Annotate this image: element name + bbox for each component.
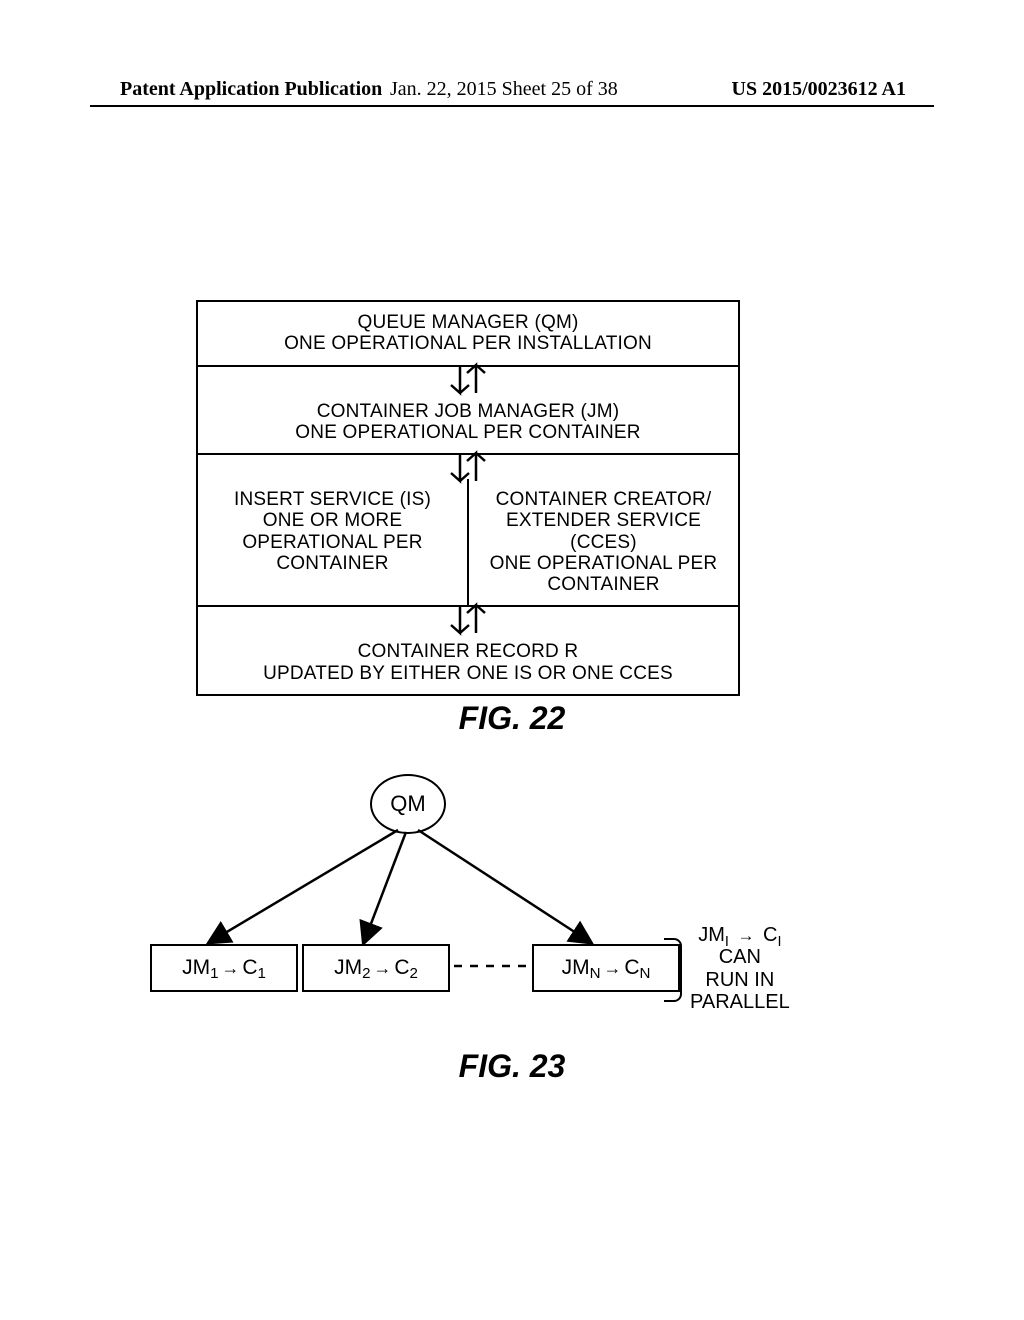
header-rule — [90, 105, 934, 107]
jm1-c: C — [242, 956, 257, 980]
jmn-box: JMN → CN — [532, 944, 680, 992]
hdr-docnum: US 2015/0023612 A1 — [732, 78, 906, 101]
jmn-js: N — [590, 965, 601, 982]
jm1-box: JM1 → C1 — [150, 944, 298, 992]
cces-l4: CONTAINER — [477, 574, 730, 595]
arrow-icon: → — [603, 958, 621, 979]
jm1-j: JM — [182, 956, 210, 980]
connector-jm-split — [198, 453, 738, 479]
page-root: Patent Application Publication Jan. 22, … — [0, 0, 1024, 1320]
rec-l1: CONTAINER RECORD R — [204, 641, 732, 662]
jm-cell: CONTAINER JOB MANAGER (JM) ONE OPERATION… — [198, 391, 738, 454]
is-l2: ONE OR MORE — [206, 510, 459, 531]
fig22-caption: FIG. 22 — [0, 700, 1024, 737]
is-cell: INSERT SERVICE (IS) ONE OR MORE OPERATIO… — [198, 479, 467, 605]
qm-cell: QUEUE MANAGER (QM) ONE OPERATIONAL PER I… — [198, 302, 738, 365]
annot-l2: CAN — [690, 946, 790, 968]
qm-node: QM — [370, 774, 446, 834]
connector-qm-jm — [198, 365, 738, 391]
rec-l2: UPDATED BY EITHER ONE IS OR ONE CCES — [204, 663, 732, 684]
jm2-j: JM — [334, 956, 362, 980]
jmn-c: C — [624, 956, 639, 980]
cces-l1: CONTAINER CREATOR/ — [477, 489, 730, 510]
arrow-icon: → — [373, 958, 391, 979]
arrow-icon: → — [737, 926, 754, 945]
fig23-caption: FIG. 23 — [0, 1048, 1024, 1085]
annot-c: C — [763, 924, 777, 946]
jm2-cs: 2 — [410, 965, 418, 982]
bidir-arrow-icon — [438, 362, 498, 396]
qm-label: QM — [390, 791, 425, 817]
cces-cell: CONTAINER CREATOR/ EXTENDER SERVICE (CCE… — [467, 479, 738, 605]
bidir-arrow-icon — [438, 602, 498, 636]
connector-split-rec — [198, 605, 738, 631]
annot-l4: PARALLEL — [690, 991, 790, 1013]
hdr-pub: Patent Application Publication — [120, 78, 382, 101]
annot-l1: JMI → CI — [690, 924, 790, 946]
arrow-icon: → — [221, 958, 239, 979]
jm2-box: JM2 → C2 — [302, 944, 450, 992]
fig23-diagram: QM JM1 → C1 JM2 → C2 JMN — [150, 774, 790, 1024]
jm1-cs: 1 — [258, 965, 266, 982]
qm-sub: ONE OPERATIONAL PER INSTALLATION — [204, 333, 732, 354]
cces-l2: EXTENDER SERVICE (CCES) — [477, 510, 730, 553]
fig22-diagram: QUEUE MANAGER (QM) ONE OPERATIONAL PER I… — [196, 300, 740, 696]
parallel-annotation: JMI → CI CAN RUN IN PARALLEL — [690, 924, 790, 1014]
hdr-sheet: Jan. 22, 2015 Sheet 25 of 38 — [390, 78, 618, 101]
jmn-cs: N — [640, 965, 651, 982]
brace-icon — [664, 938, 682, 1002]
jm-sub: ONE OPERATIONAL PER CONTAINER — [204, 422, 732, 443]
record-cell: CONTAINER RECORD R UPDATED BY EITHER ONE… — [198, 631, 738, 694]
is-l1: INSERT SERVICE (IS) — [206, 489, 459, 510]
services-row: INSERT SERVICE (IS) ONE OR MORE OPERATIO… — [198, 479, 738, 605]
jm2-js: 2 — [362, 965, 370, 982]
is-l3: OPERATIONAL PER — [206, 532, 459, 553]
annot-c-s: I — [777, 934, 781, 950]
cces-l3: ONE OPERATIONAL PER — [477, 553, 730, 574]
annot-jm: JM — [698, 924, 725, 946]
jm-title: CONTAINER JOB MANAGER (JM) — [204, 401, 732, 422]
annot-l3: RUN IN — [690, 969, 790, 991]
annot-jm-s: I — [725, 934, 729, 950]
jm1-js: 1 — [210, 965, 218, 982]
bidir-arrow-icon — [438, 450, 498, 484]
jmn-j: JM — [562, 956, 590, 980]
jm2-c: C — [394, 956, 409, 980]
qm-title: QUEUE MANAGER (QM) — [204, 312, 732, 333]
is-l4: CONTAINER — [206, 553, 459, 574]
